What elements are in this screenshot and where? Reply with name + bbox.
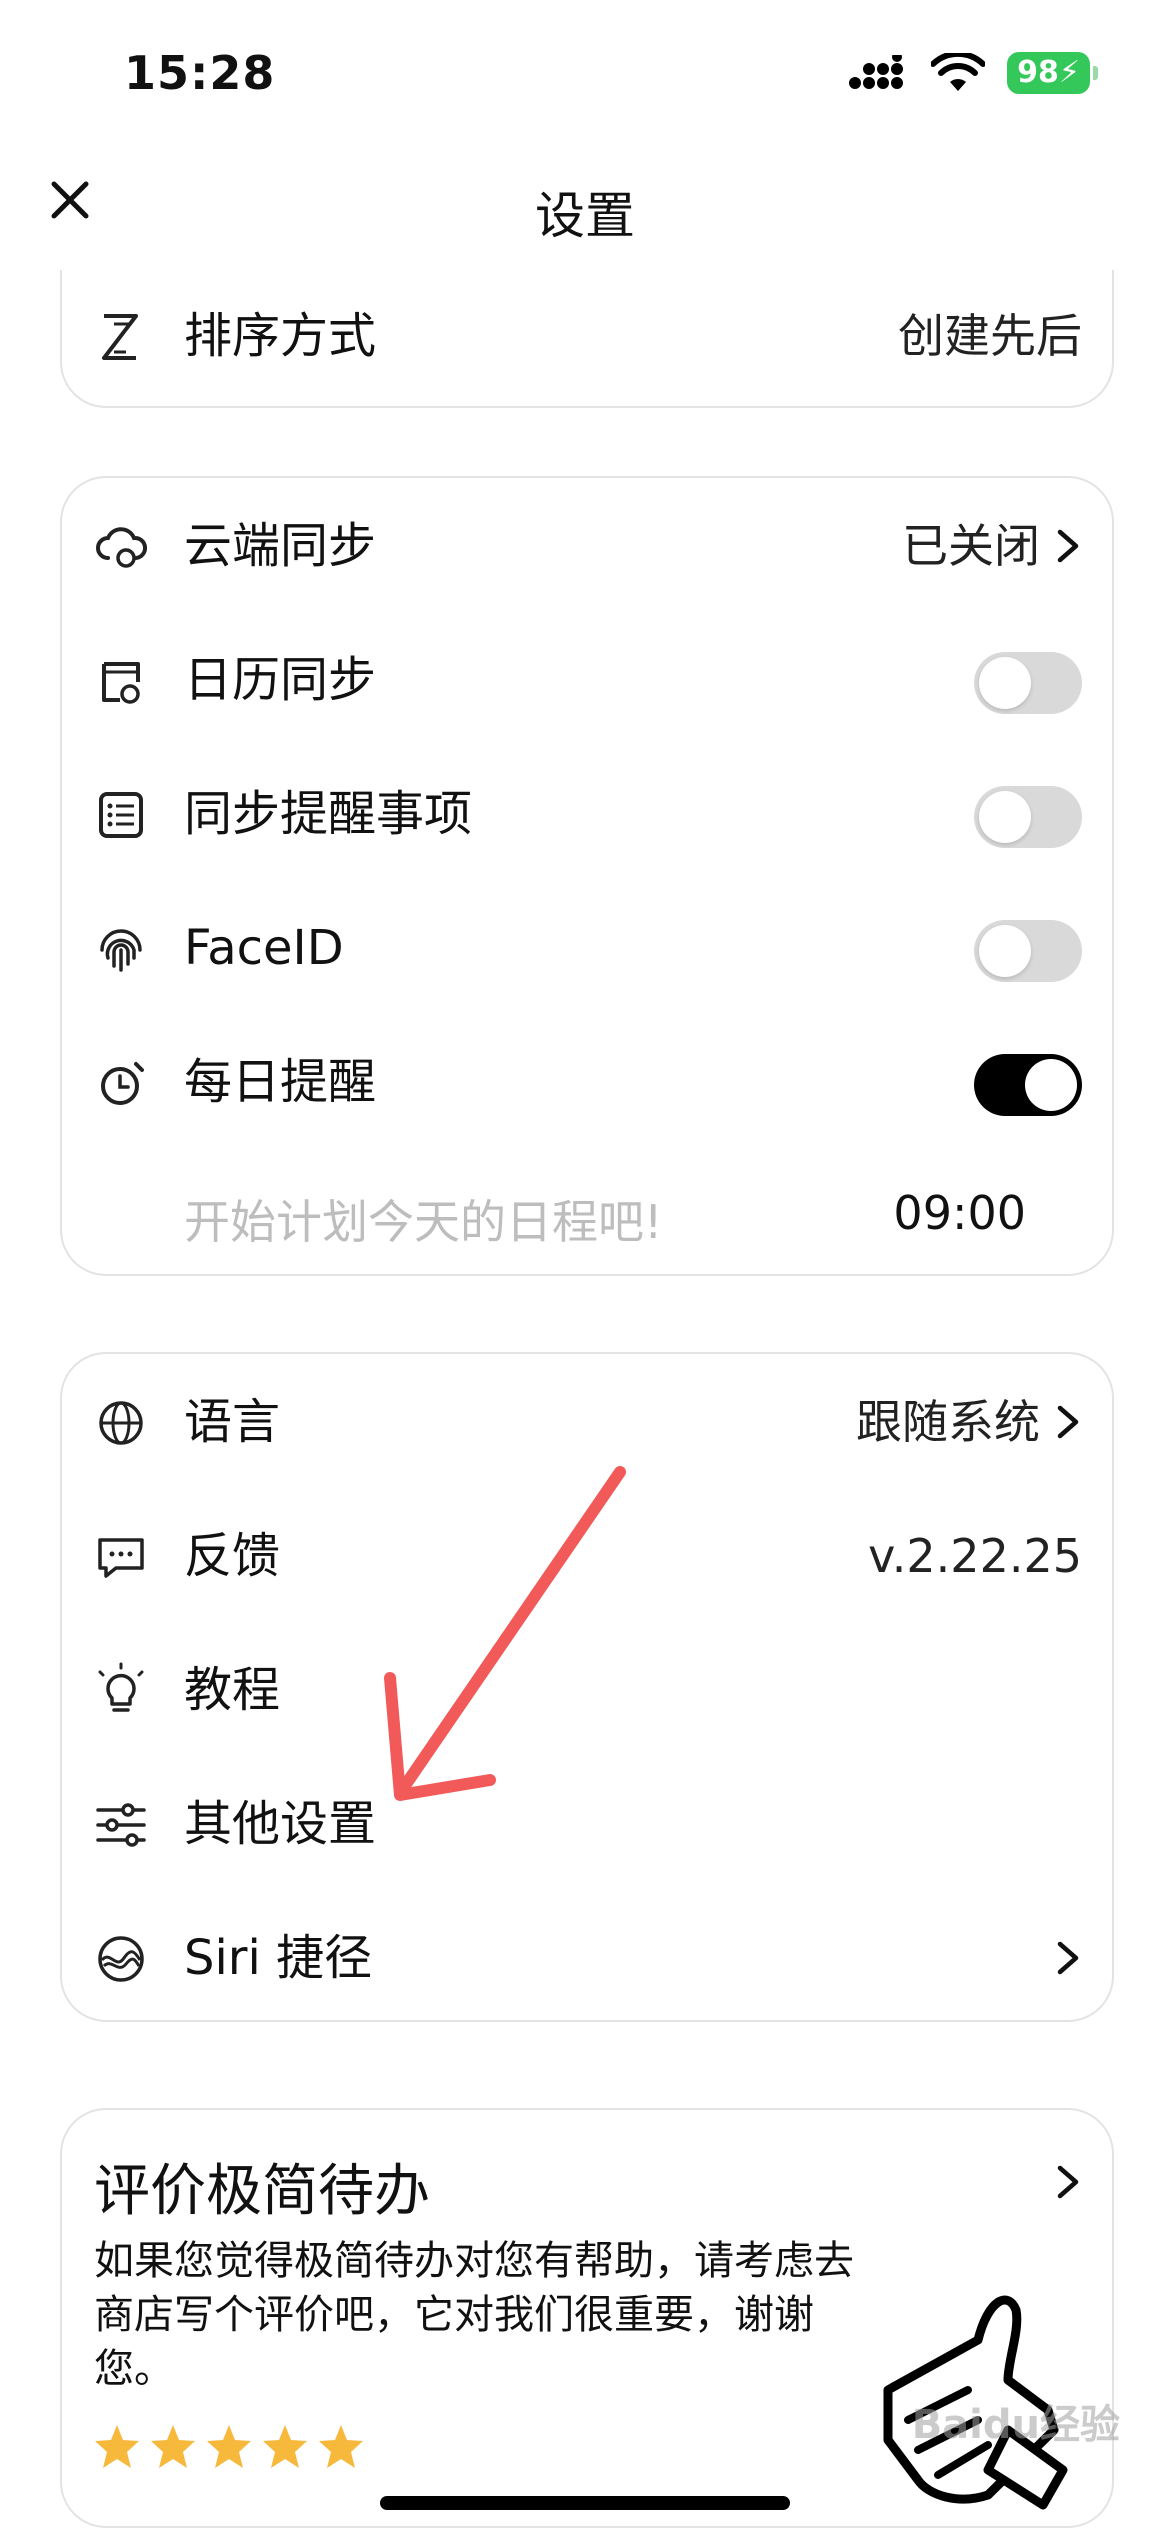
reminder-time-value[interactable]: 09:00 <box>893 1186 1026 1240</box>
toggle-knob <box>1025 1059 1077 1111</box>
wifi-icon <box>931 53 986 91</box>
globe-icon <box>99 1401 143 1445</box>
reminders-sync-label: 同步提醒事项 <box>184 786 473 842</box>
hourglass-sort-icon <box>102 314 138 360</box>
fingerprint-icon <box>100 929 142 972</box>
language-value: 跟随系统 <box>856 1395 1040 1449</box>
lightbulb-icon <box>98 1662 144 1712</box>
chevron-right-icon <box>1057 1405 1079 1439</box>
sync-card: 云端同步 已关闭 日历同步 同步提醒事项 FaceID 每日提醒 开始计划今天的… <box>60 476 1114 1276</box>
reminders-sync-toggle[interactable] <box>974 786 1082 848</box>
reminders-sync-row: 同步提醒事项 <box>62 748 1112 882</box>
cloud-sync-row[interactable]: 云端同步 已关闭 <box>62 480 1112 614</box>
version-value: v.2.22.25 <box>868 1529 1082 1583</box>
star-icon[interactable] <box>260 2422 310 2472</box>
language-label: 语言 <box>184 1394 281 1450</box>
reminder-message-input[interactable]: 开始计划今天的日程吧! <box>184 1186 662 1252</box>
rate-description: 如果您觉得极简待办对您有帮助，请考虑去商店写个评价吧，它对我们很重要，谢谢您。 <box>94 2238 854 2392</box>
sort-label: 排序方式 <box>184 308 377 364</box>
watermark: Baidu经验 <box>911 2402 1120 2448</box>
sort-value: 创建先后 <box>898 309 1082 363</box>
cloud-sync-value: 已关闭 <box>902 519 1040 573</box>
faceid-label: FaceID <box>184 920 344 976</box>
list-icon <box>99 792 143 838</box>
star-icon[interactable] <box>148 2422 198 2472</box>
faceid-toggle[interactable] <box>974 920 1082 982</box>
cloud-sync-icon <box>96 527 147 568</box>
star-icon[interactable] <box>204 2422 254 2472</box>
sort-card: 排序方式 创建先后 <box>60 270 1114 408</box>
page-title: 设置 <box>535 187 635 245</box>
sliders-icon <box>96 1803 146 1847</box>
status-time: 15:28 <box>124 46 276 100</box>
calendar-sync-toggle[interactable] <box>974 652 1082 714</box>
annotation-arrow <box>384 1466 626 1801</box>
chevron-right-icon <box>1057 529 1079 563</box>
battery-indicator: 98⚡ <box>1007 52 1098 94</box>
toggle-knob <box>979 791 1031 843</box>
sort-row[interactable]: 排序方式 创建先后 <box>62 270 1112 404</box>
home-indicator <box>380 2496 790 2510</box>
calendar-sync-icon <box>102 662 140 704</box>
daily-reminder-toggle[interactable] <box>974 1054 1082 1116</box>
chat-bubble-icon <box>98 1538 144 1578</box>
daily-reminder-detail-row: 开始计划今天的日程吧! 09:00 <box>62 1150 1112 1284</box>
chevron-right-icon <box>1057 2165 1079 2199</box>
alarm-clock-icon <box>101 1062 144 1105</box>
siri-shortcuts-row[interactable]: Siri 捷径 <box>62 1892 1112 2026</box>
daily-reminder-label: 每日提醒 <box>184 1054 377 1110</box>
star-icon[interactable] <box>316 2422 366 2472</box>
other-settings-label: 其他设置 <box>184 1796 377 1852</box>
toggle-knob <box>979 657 1031 709</box>
siri-icon <box>98 1936 144 1982</box>
cellular-signal-icon <box>849 55 904 89</box>
faceid-row: FaceID <box>62 882 1112 1016</box>
daily-reminder-row: 每日提醒 <box>62 1016 1112 1150</box>
star-icon[interactable] <box>92 2422 142 2472</box>
tutorial-label: 教程 <box>184 1662 281 1718</box>
status-icons: 98⚡ <box>847 52 1098 94</box>
rate-title: 评价极简待办 <box>94 2159 430 2224</box>
toggle-knob <box>979 925 1031 977</box>
rate-card[interactable]: 评价极简待办 如果您觉得极简待办对您有帮助，请考虑去商店写个评价吧，它对我们很重… <box>60 2108 1114 2528</box>
calendar-sync-row: 日历同步 <box>62 614 1112 748</box>
battery-level: 98 <box>1017 55 1059 90</box>
siri-shortcuts-label: Siri 捷径 <box>184 1930 373 1986</box>
chevron-right-icon <box>1057 1941 1079 1975</box>
charging-bolt-icon: ⚡ <box>1058 55 1080 90</box>
star-rating[interactable] <box>92 2422 366 2472</box>
cloud-sync-label: 云端同步 <box>184 518 377 574</box>
feedback-label: 反馈 <box>184 1528 281 1584</box>
calendar-sync-label: 日历同步 <box>184 652 377 708</box>
